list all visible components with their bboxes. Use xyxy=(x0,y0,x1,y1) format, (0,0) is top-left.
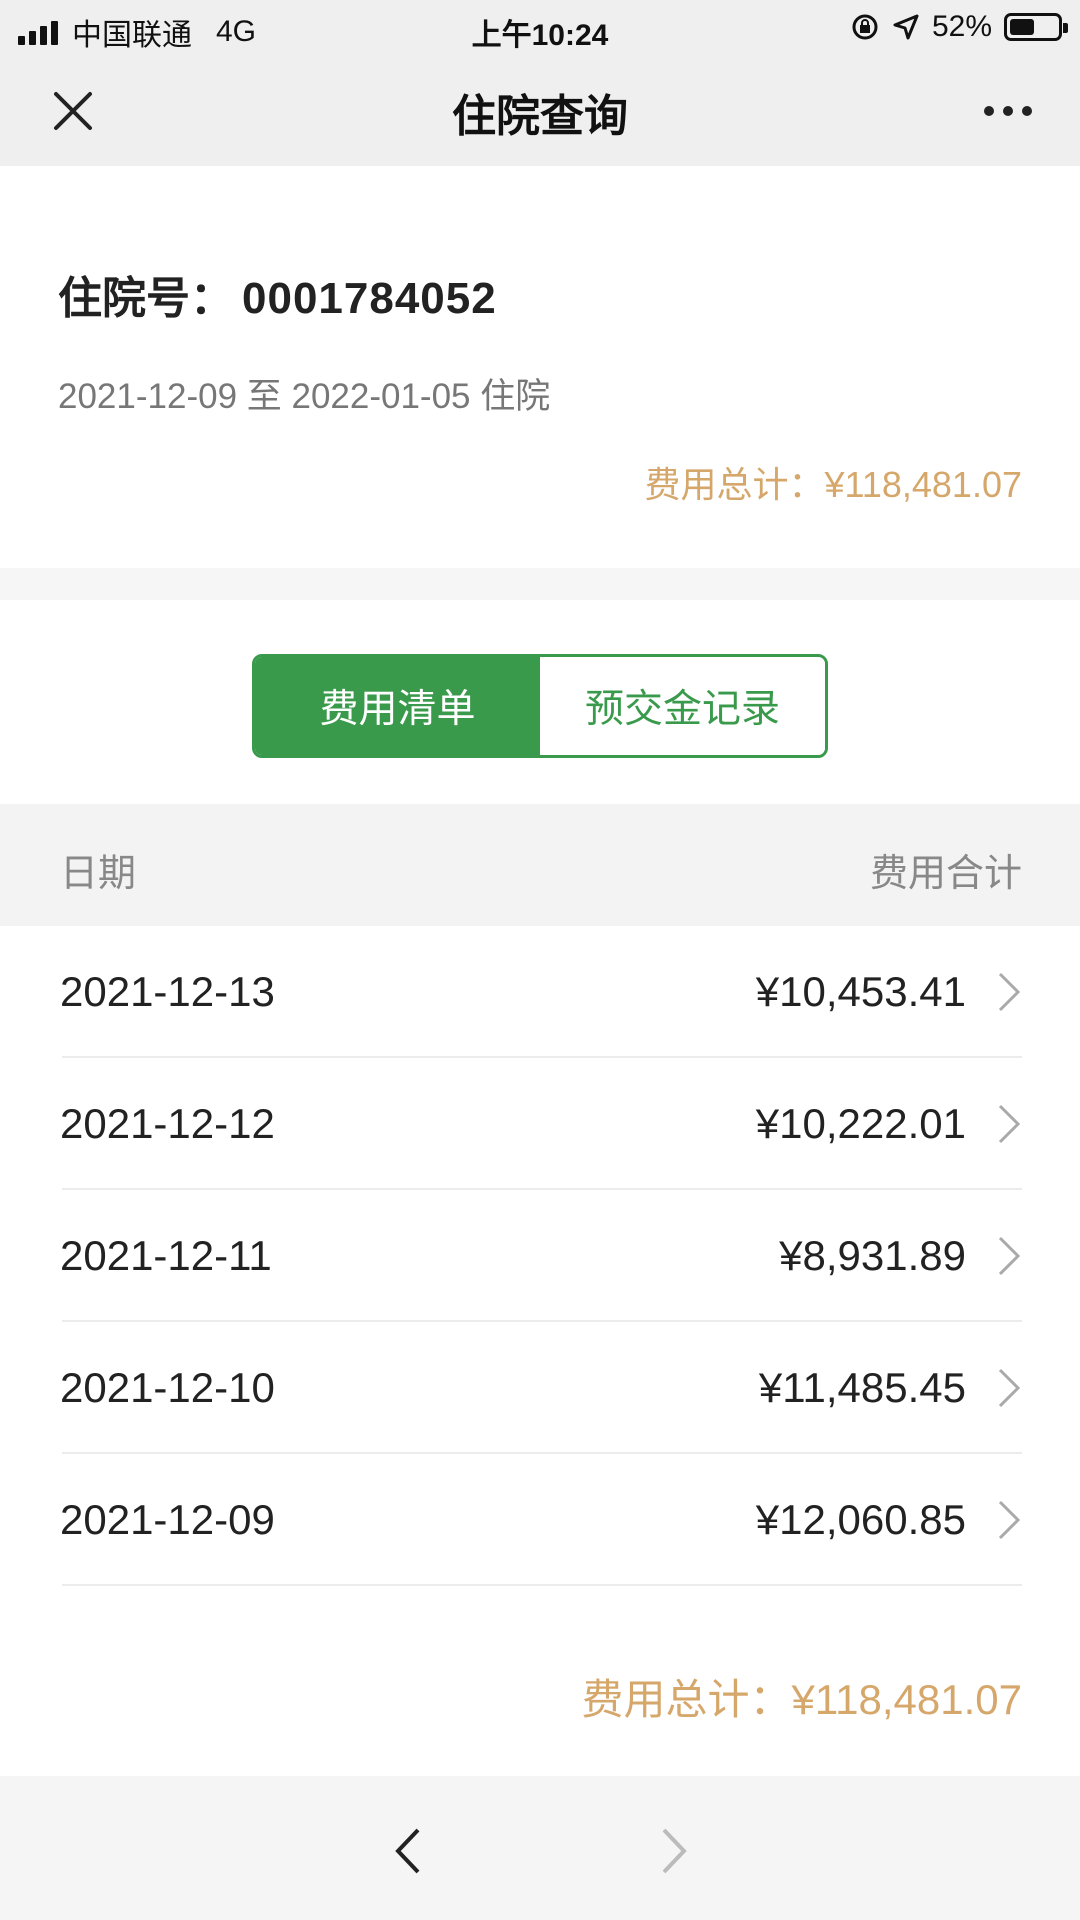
list-item[interactable]: 2021-12-12 ¥10,222.01 xyxy=(0,1058,1080,1190)
row-date: 2021-12-12 xyxy=(60,1100,275,1147)
row-amount: ¥12,060.85 xyxy=(755,1496,966,1543)
row-amount: ¥11,485.45 xyxy=(758,1364,966,1411)
table-header: 日期 费用合计 xyxy=(0,804,1080,926)
browser-toolbar xyxy=(0,1776,1080,1920)
tab-cost-list[interactable]: 费用清单 xyxy=(255,657,540,755)
admission-info-card: 住院号： 0001784052 2021-12-09 至 2022-01-05 住… xyxy=(0,166,1080,568)
tab-area: 费用清单 预交金记录 xyxy=(0,600,1080,804)
row-date: 2021-12-10 xyxy=(60,1364,275,1411)
row-date: 2021-12-13 xyxy=(60,968,275,1015)
status-bar: 中国联通 4G 上午10:24 52% xyxy=(0,0,1080,56)
chevron-right-icon xyxy=(998,1104,1021,1144)
page-title: 住院查询 xyxy=(452,92,628,141)
column-header-date: 日期 xyxy=(60,853,137,895)
row-divider xyxy=(62,1584,1022,1586)
column-header-total: 费用合计 xyxy=(869,853,1022,895)
total-label: 费用总计： xyxy=(644,464,825,505)
list-total-label: 费用总计： xyxy=(581,1676,792,1723)
more-dots-icon[interactable] xyxy=(984,106,1032,116)
row-date: 2021-12-09 xyxy=(60,1496,275,1543)
location-icon xyxy=(893,14,919,40)
battery-fill xyxy=(1010,19,1034,35)
tab-deposit-records[interactable]: 预交金记录 xyxy=(540,657,825,755)
list-total-summary: 费用总计：¥118,481.07 xyxy=(582,1666,1022,1727)
orientation-lock-icon xyxy=(852,14,878,40)
row-date: 2021-12-11 xyxy=(60,1232,272,1279)
admission-label: 住院号： xyxy=(58,274,234,323)
chevron-right-icon[interactable] xyxy=(658,1826,690,1876)
admission-value: 0001784052 xyxy=(242,274,497,323)
status-right: 52% xyxy=(850,10,1068,44)
admission-period: 2021-12-09 至 2022-01-05 住院 xyxy=(58,377,551,416)
chevron-right-icon xyxy=(998,1236,1021,1276)
battery-icon xyxy=(1004,13,1068,41)
chevron-right-icon xyxy=(998,1500,1021,1540)
chevron-left-icon[interactable] xyxy=(392,1826,424,1876)
list-item[interactable]: 2021-12-11 ¥8,931.89 xyxy=(0,1190,1080,1322)
total-cost-summary: 费用总计：¥118,481.07 xyxy=(644,456,1022,508)
row-amount: ¥8,931.89 xyxy=(779,1232,966,1279)
admission-number: 住院号： 0001784052 xyxy=(58,262,497,326)
chevron-right-icon xyxy=(998,972,1021,1012)
cost-list: 2021-12-13 ¥10,453.41 2021-12-12 ¥10,222… xyxy=(0,926,1080,1776)
list-item[interactable]: 2021-12-10 ¥11,485.45 xyxy=(0,1322,1080,1454)
list-item[interactable]: 2021-12-09 ¥12,060.85 xyxy=(0,1454,1080,1586)
chevron-right-icon xyxy=(998,1368,1021,1408)
battery-percent: 52% xyxy=(931,10,992,43)
segmented-control: 费用清单 预交金记录 xyxy=(252,654,828,758)
list-item[interactable]: 2021-12-13 ¥10,453.41 xyxy=(0,926,1080,1058)
nav-bar: 住院查询 xyxy=(0,56,1080,166)
list-total-value: ¥118,481.07 xyxy=(791,1676,1022,1723)
row-amount: ¥10,453.41 xyxy=(755,968,966,1015)
total-value: ¥118,481.07 xyxy=(824,464,1022,505)
row-amount: ¥10,222.01 xyxy=(755,1100,966,1147)
